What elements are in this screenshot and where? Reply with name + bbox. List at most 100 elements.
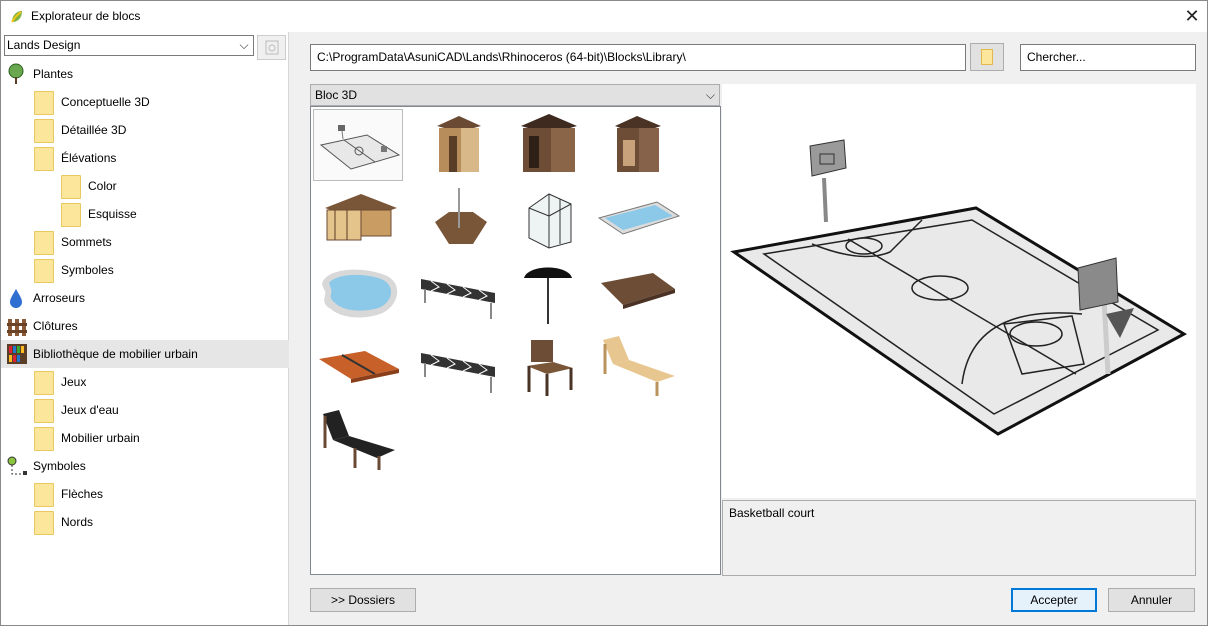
tree-item[interactable]: Jeux d'eau: [1, 396, 289, 424]
tree-item[interactable]: Plantes: [1, 60, 289, 88]
pool-icon: [322, 269, 398, 318]
tree-item-label: Flèches: [61, 487, 104, 501]
tree-item[interactable]: Bibliothèque de mobilier urbain: [1, 340, 289, 368]
block-type-select[interactable]: Bloc 3D ⌵: [310, 84, 720, 106]
folder-icon: [34, 427, 54, 451]
bookshelf-icon: [6, 343, 27, 365]
tree-item[interactable]: Color: [1, 172, 289, 200]
block-explorer-window: Explorateur de blocs ✕ Lands Design ⌵ Pl…: [0, 0, 1208, 626]
pool-icon: [597, 201, 681, 235]
library-select[interactable]: Lands Design ⌵: [4, 35, 254, 56]
thumb-wood-shed-light[interactable]: [413, 109, 503, 181]
folder-icon: [34, 483, 54, 507]
thumb-ping-pong-table[interactable]: [313, 331, 403, 403]
tree-item[interactable]: Sommets: [1, 228, 289, 256]
fence-icon: [6, 315, 27, 337]
basketball-court-icon: [319, 125, 401, 170]
tree-item-label: Mobilier urbain: [61, 431, 140, 445]
gear-icon: [265, 40, 279, 55]
title-bar: Explorateur de blocs ✕: [1, 1, 1207, 32]
tree-item[interactable]: Nords: [1, 508, 289, 536]
tree-item[interactable]: Esquisse: [1, 200, 289, 228]
deck-icon: [601, 273, 675, 309]
thumb-hexagonal-deck[interactable]: [413, 183, 503, 255]
tree-item-label: Clôtures: [33, 319, 78, 333]
window-title: Explorateur de blocs: [31, 9, 141, 23]
cancel-button[interactable]: Annuler: [1108, 588, 1195, 612]
basketball-court-preview: [730, 139, 1188, 436]
tree-item[interactable]: Symboles: [1, 256, 289, 284]
tree-item-label: Jeux d'eau: [61, 403, 119, 417]
thumb-wood-shed-dark[interactable]: [503, 109, 593, 181]
tree-item-label: Symboles: [61, 263, 114, 277]
browse-folder-button[interactable]: [970, 43, 1004, 71]
thumb-basketball-court[interactable]: [313, 109, 403, 181]
chevron-down-icon: ⌵: [239, 38, 249, 52]
tree-item-label: Bibliothèque de mobilier urbain: [33, 347, 198, 361]
tree-item[interactable]: Mobilier urbain: [1, 424, 289, 452]
wood-shed-icon: [521, 114, 577, 172]
folder-icon: [34, 259, 54, 283]
tree-item-label: Esquisse: [88, 207, 137, 221]
folder-icon: [34, 399, 54, 423]
library-panel: Lands Design ⌵ Plantes Conceptuelle 3D Dét…: [1, 32, 289, 625]
tree-item-label: Plantes: [33, 67, 74, 81]
search-input[interactable]: Chercher...: [1020, 44, 1196, 71]
block-thumbnail-grid: [310, 106, 721, 575]
tree-item-label: Jeux: [61, 375, 87, 389]
thumb-timber-pavilion[interactable]: [313, 183, 403, 255]
thumb-kidney-pool[interactable]: [313, 257, 403, 329]
umbrella-icon: [524, 267, 572, 324]
bike-rack-icon: [421, 353, 495, 393]
folder-icon: [34, 231, 54, 255]
thumb-rectangular-pool[interactable]: [593, 183, 683, 255]
thumb-wood-armchair[interactable]: [503, 331, 593, 403]
folders-button[interactable]: >> Dossiers: [310, 588, 416, 612]
thumb-wood-deck[interactable]: [593, 257, 683, 329]
tree-item-label: Détaillée 3D: [61, 123, 127, 137]
library-path-field[interactable]: C:\ProgramData\AsuniCAD\Lands\Rhinoceros…: [310, 44, 966, 71]
ping-pong-table-icon: [319, 351, 399, 383]
tree-item-label: Conceptuelle 3D: [61, 95, 150, 109]
tree-item[interactable]: Jeux: [1, 368, 289, 396]
folder-icon: [34, 119, 54, 143]
block-type-value: Bloc 3D: [315, 88, 358, 102]
lounger-icon: [323, 410, 395, 470]
tree-item[interactable]: Arroseurs: [1, 284, 289, 312]
tree-item[interactable]: Symboles: [1, 452, 289, 480]
folder-icon: [61, 175, 81, 199]
tree-item-label: Élévations: [61, 151, 117, 165]
tree-item[interactable]: Élévations: [1, 144, 289, 172]
tree-item[interactable]: Flèches: [1, 480, 289, 508]
folder-icon: [34, 511, 54, 535]
tree-item[interactable]: Détaillée 3D: [1, 116, 289, 144]
thumb-wood-shed-open[interactable]: [593, 109, 683, 181]
water-drop-icon: [6, 287, 26, 309]
tree-item-label: Sommets: [61, 235, 112, 249]
wood-shed-icon: [615, 116, 661, 172]
chair-icon: [527, 340, 573, 396]
thumb-bike-rack[interactable]: [413, 257, 503, 329]
thumb-umbrella[interactable]: [503, 257, 593, 329]
block-description: Basketball court: [722, 500, 1196, 576]
thumb-greenhouse[interactable]: [503, 183, 593, 255]
tree-item-label: Color: [88, 179, 117, 193]
tree-item[interactable]: Clôtures: [1, 312, 289, 340]
symbol-icon: [6, 455, 27, 477]
wood-shed-icon: [437, 116, 481, 172]
tree-item-label: Nords: [61, 515, 94, 529]
close-icon[interactable]: ✕: [1177, 1, 1207, 32]
block-preview: [722, 84, 1196, 498]
accept-button[interactable]: Accepter: [1011, 588, 1097, 612]
bike-rack-icon: [421, 279, 495, 319]
tree-item-label: Symboles: [33, 459, 86, 473]
pavilion-icon: [325, 194, 397, 241]
folder-icon: [34, 91, 54, 115]
lands-logo-icon: [11, 11, 22, 23]
thumb-dark-lounger[interactable]: [313, 405, 403, 477]
library-settings-button[interactable]: [257, 35, 286, 60]
deck-icon: [435, 188, 487, 244]
thumb-wood-lounger[interactable]: [593, 331, 683, 403]
tree-item[interactable]: Conceptuelle 3D: [1, 88, 289, 116]
thumb-bike-rack-2[interactable]: [413, 331, 503, 403]
